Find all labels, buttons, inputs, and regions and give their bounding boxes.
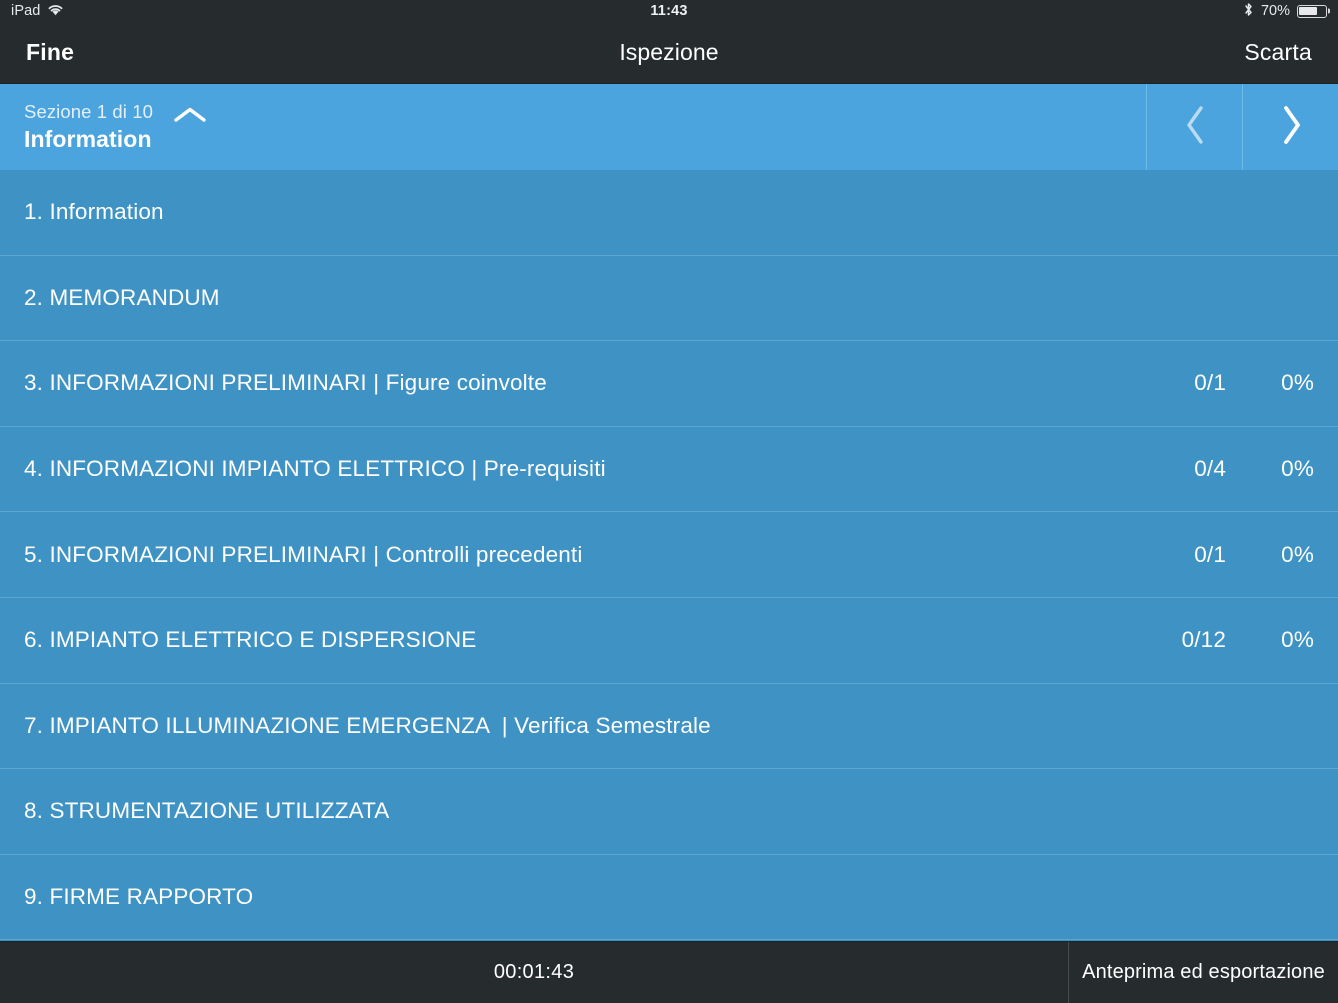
section-row[interactable]: 1. Information bbox=[0, 170, 1338, 256]
ipad-inspection-screen: iPad 11:43 70% Fine Ispezione Scarta Sez… bbox=[0, 0, 1338, 1003]
section-list: 1. Information 2. MEMORANDUM 3. INFORMAZIO… bbox=[0, 170, 1338, 941]
status-bar-left: iPad bbox=[11, 2, 64, 20]
bottom-toolbar: 00:01:43 Anteprima ed esportazione bbox=[0, 941, 1338, 1003]
section-row-label: 8. STRUMENTAZIONE UTILIZZATA bbox=[24, 798, 390, 824]
section-row[interactable]: 8. STRUMENTAZIONE UTILIZZATA bbox=[0, 769, 1338, 855]
section-row-label: 5. INFORMAZIONI PRELIMINARI | Controlli … bbox=[24, 541, 583, 567]
section-selector[interactable]: Sezione 1 di 10 Information bbox=[0, 84, 1146, 170]
section-row-count: 0/12 bbox=[1181, 627, 1226, 653]
status-bar: iPad 11:43 70% bbox=[0, 0, 1338, 22]
chevron-left-icon bbox=[1183, 104, 1207, 151]
section-row[interactable]: 9. FIRME RAPPORTO bbox=[0, 855, 1338, 941]
section-row[interactable]: 4. INFORMAZIONI IMPIANTO ELETTRICO | Pre… bbox=[0, 427, 1338, 513]
section-meta: Sezione 1 di 10 Information bbox=[24, 100, 153, 155]
elapsed-timer: 00:01:43 bbox=[493, 961, 575, 983]
battery-icon bbox=[1297, 4, 1327, 18]
section-row-label: 6. IMPIANTO ELETTRICO E DISPERSIONE bbox=[24, 627, 477, 653]
wifi-icon bbox=[47, 3, 64, 20]
section-name-label: Information bbox=[24, 125, 152, 152]
section-row[interactable]: 5. INFORMAZIONI PRELIMINARI | Controlli … bbox=[0, 512, 1338, 598]
section-row-label: 1. Information bbox=[24, 199, 164, 225]
section-row[interactable]: 6. IMPIANTO ELETTRICO E DISPERSIONE 0/12 0… bbox=[0, 598, 1338, 684]
done-button[interactable]: Fine bbox=[26, 39, 74, 66]
page-title: Ispezione bbox=[619, 39, 719, 65]
bluetooth-icon bbox=[1243, 2, 1254, 21]
battery-percent-label: 70% bbox=[1260, 3, 1290, 19]
section-row-count: 0/4 bbox=[1194, 456, 1226, 482]
section-row-count: 0/1 bbox=[1194, 370, 1226, 396]
section-row-label: 3. INFORMAZIONI PRELIMINARI | Figure coi… bbox=[24, 370, 547, 396]
section-counter-label: Sezione 1 di 10 bbox=[24, 100, 154, 122]
section-row-percent: 0% bbox=[1281, 456, 1314, 482]
section-row-label: 2. MEMORANDUM bbox=[24, 284, 220, 310]
section-row-percent: 0% bbox=[1281, 627, 1314, 653]
section-row-label: 4. INFORMAZIONI IMPIANTO ELETTRICO | Pre… bbox=[24, 456, 606, 482]
device-name-label: iPad bbox=[11, 3, 41, 19]
navigation-bar: Fine Ispezione Scarta bbox=[0, 22, 1338, 84]
discard-button[interactable]: Scarta bbox=[1244, 39, 1312, 66]
section-row[interactable]: 2. MEMORANDUM bbox=[0, 256, 1338, 342]
status-bar-clock: 11:43 bbox=[650, 3, 688, 19]
previous-section-button[interactable] bbox=[1146, 84, 1242, 170]
section-row[interactable]: 3. INFORMAZIONI PRELIMINARI | Figure coi… bbox=[0, 341, 1338, 427]
section-row-label: 7. IMPIANTO ILLUMINAZIONE EMERGENZA | Ve… bbox=[24, 712, 711, 738]
section-row-label: 9. FIRME RAPPORTO bbox=[24, 884, 254, 910]
section-row-percent: 0% bbox=[1281, 541, 1314, 567]
section-row[interactable]: 7. IMPIANTO ILLUMINAZIONE EMERGENZA | Ve… bbox=[0, 684, 1338, 770]
section-row-count: 0/1 bbox=[1194, 541, 1226, 567]
status-bar-right: 70% bbox=[1243, 2, 1327, 21]
section-header-bar: Sezione 1 di 10 Information bbox=[0, 84, 1338, 170]
chevron-up-icon[interactable] bbox=[173, 105, 207, 149]
chevron-right-icon bbox=[1279, 104, 1303, 151]
section-row-percent: 0% bbox=[1281, 370, 1314, 396]
next-section-button[interactable] bbox=[1242, 84, 1338, 170]
preview-export-button[interactable]: Anteprima ed esportazione bbox=[1068, 942, 1338, 1003]
